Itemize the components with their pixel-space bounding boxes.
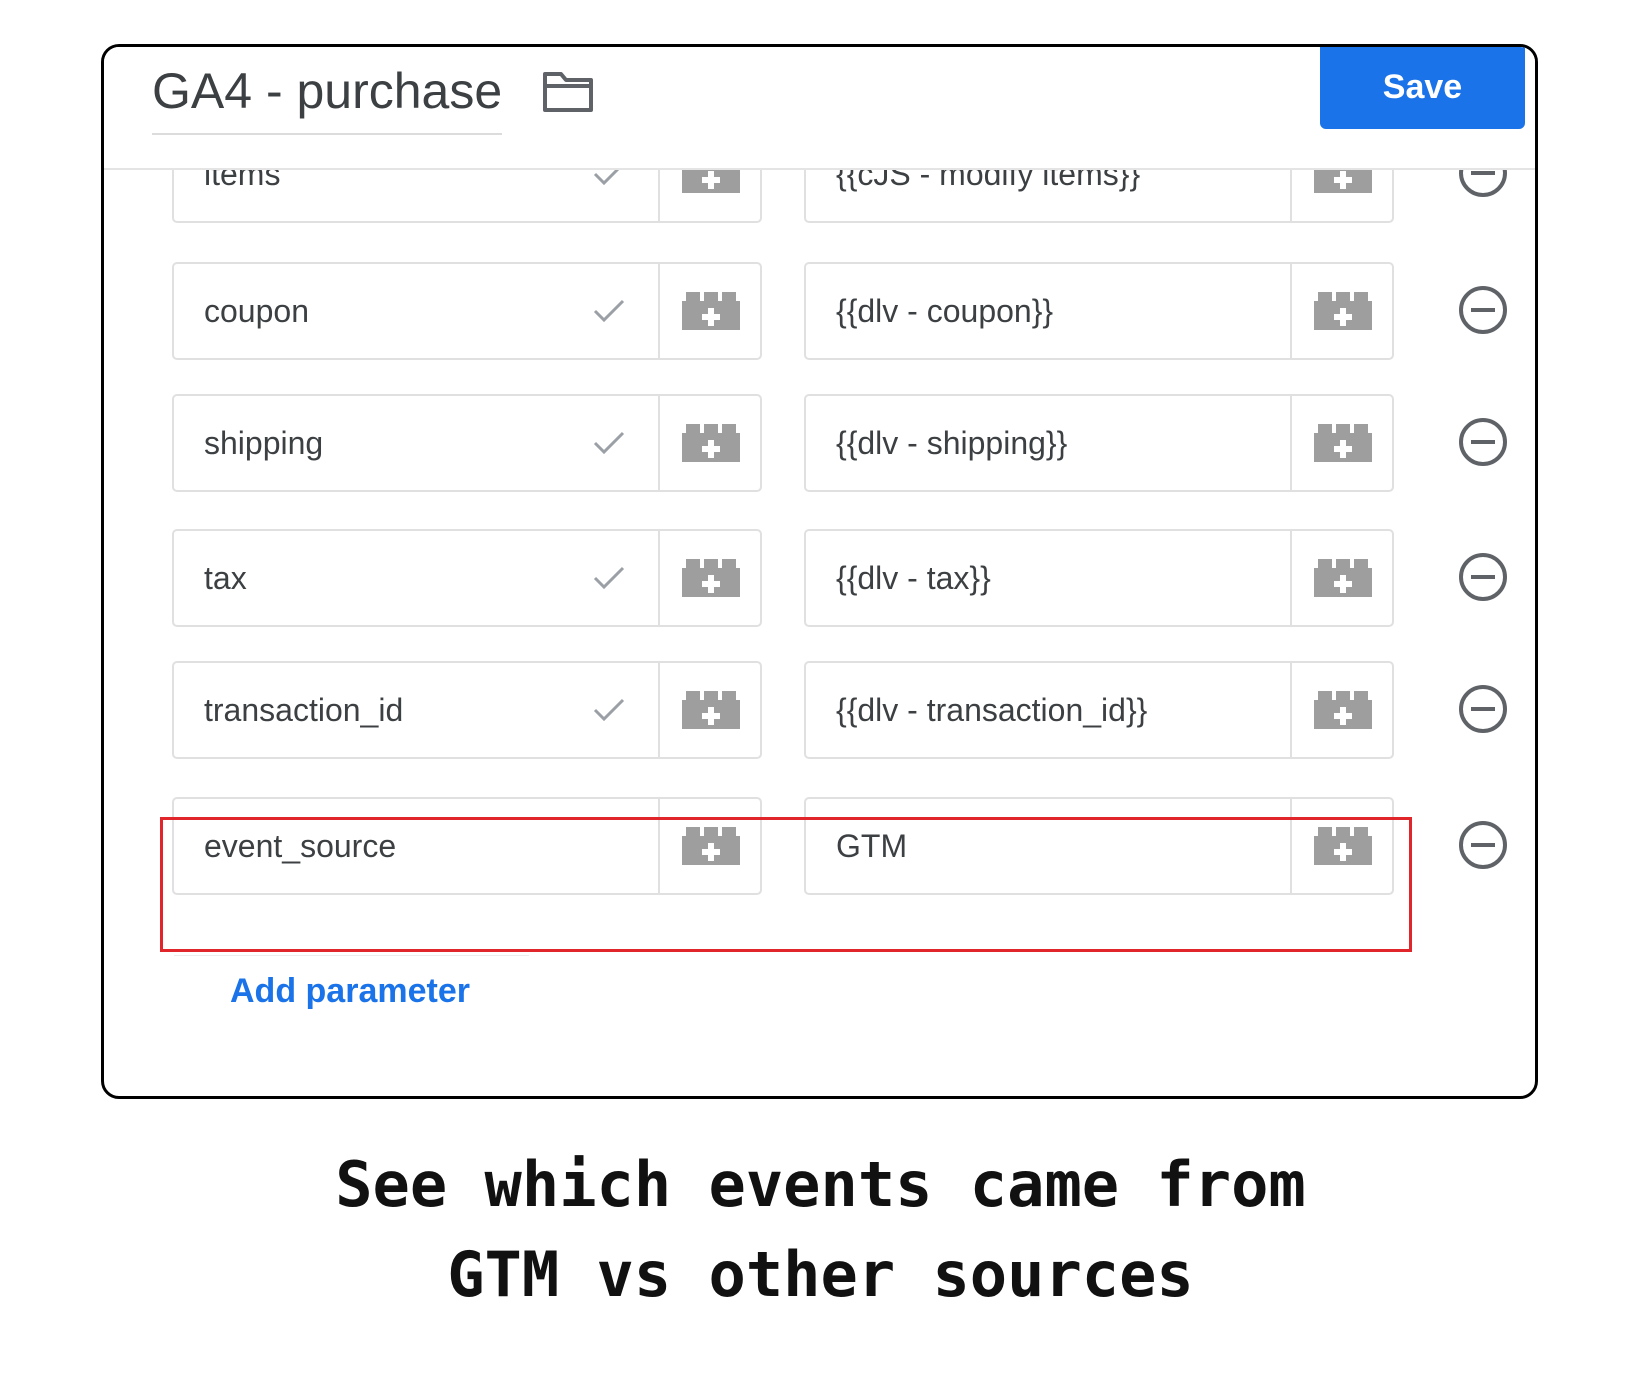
parameter-value[interactable]: {{dlv - tax}} — [836, 531, 991, 625]
remove-circle-icon[interactable] — [1457, 819, 1509, 871]
caption: See which events came from GTM vs other … — [0, 1140, 1641, 1320]
caption-line-2: GTM vs other sources — [447, 1238, 1194, 1311]
parameter-name-field[interactable]: coupon — [172, 262, 762, 360]
parameter-value[interactable]: {{dlv - transaction_id}} — [836, 663, 1147, 757]
variable-picker-icon[interactable] — [682, 292, 740, 330]
variable-picker-icon[interactable] — [682, 559, 740, 597]
variable-picker-icon[interactable] — [682, 827, 740, 865]
remove-circle-icon[interactable] — [1457, 683, 1509, 735]
parameter-value[interactable]: {{dlv - shipping}} — [836, 396, 1067, 490]
parameter-value[interactable]: {{dlv - coupon}} — [836, 264, 1053, 358]
remove-circle-icon[interactable] — [1457, 416, 1509, 468]
tag-editor-panel: items {{cJS - modify items}} coupon {{dlv -… — [101, 44, 1538, 1099]
editor-header: GA4 - purchase Save — [104, 47, 1535, 170]
field-divider — [658, 799, 660, 893]
field-divider — [1290, 264, 1292, 358]
parameter-name-field[interactable]: transaction_id — [172, 661, 762, 759]
variable-picker-icon[interactable] — [682, 424, 740, 462]
parameter-value[interactable]: GTM — [836, 799, 907, 893]
parameter-value-field[interactable]: {{dlv - transaction_id}} — [804, 661, 1394, 759]
check-icon — [593, 566, 625, 590]
field-divider — [658, 531, 660, 625]
field-divider — [1290, 663, 1292, 757]
save-button[interactable]: Save — [1320, 47, 1525, 129]
tag-title[interactable]: GA4 - purchase — [152, 53, 503, 135]
parameter-name[interactable]: shipping — [204, 396, 323, 490]
field-divider — [1290, 531, 1292, 625]
parameter-row: coupon {{dlv - coupon}} — [104, 262, 1535, 360]
check-icon — [593, 698, 625, 722]
check-icon — [593, 431, 625, 455]
field-divider — [658, 396, 660, 490]
field-divider — [658, 663, 660, 757]
folder-icon[interactable] — [542, 69, 594, 113]
parameter-name[interactable]: tax — [204, 531, 247, 625]
check-icon — [593, 299, 625, 323]
parameter-row: tax {{dlv - tax}} — [104, 529, 1535, 627]
caption-line-1: See which events came from — [335, 1148, 1306, 1221]
parameter-row: shipping {{dlv - shipping}} — [104, 394, 1535, 492]
field-divider — [658, 264, 660, 358]
parameter-row: event_source GTM — [104, 797, 1535, 895]
parameter-list: items {{cJS - modify items}} coupon {{dlv -… — [104, 47, 1535, 1096]
parameter-value-field[interactable]: GTM — [804, 797, 1394, 895]
remove-circle-icon[interactable] — [1457, 551, 1509, 603]
remove-circle-icon[interactable] — [1457, 284, 1509, 336]
variable-picker-icon[interactable] — [1314, 827, 1372, 865]
parameter-name-field[interactable]: event_source — [172, 797, 762, 895]
parameter-name-field[interactable]: shipping — [172, 394, 762, 492]
parameter-row: transaction_id {{dlv - transaction_id}} — [104, 661, 1535, 759]
variable-picker-icon[interactable] — [1314, 424, 1372, 462]
parameter-name[interactable]: transaction_id — [204, 663, 403, 757]
field-divider — [1290, 799, 1292, 893]
field-divider — [1290, 396, 1292, 490]
variable-picker-icon[interactable] — [1314, 691, 1372, 729]
parameter-name-field[interactable]: tax — [172, 529, 762, 627]
parameter-name[interactable]: event_source — [204, 799, 396, 893]
parameter-value-field[interactable]: {{dlv - tax}} — [804, 529, 1394, 627]
parameter-name[interactable]: coupon — [204, 264, 309, 358]
variable-picker-icon[interactable] — [1314, 292, 1372, 330]
parameter-value-field[interactable]: {{dlv - coupon}} — [804, 262, 1394, 360]
variable-picker-icon[interactable] — [682, 691, 740, 729]
variable-picker-icon[interactable] — [1314, 559, 1372, 597]
parameter-value-field[interactable]: {{dlv - shipping}} — [804, 394, 1394, 492]
